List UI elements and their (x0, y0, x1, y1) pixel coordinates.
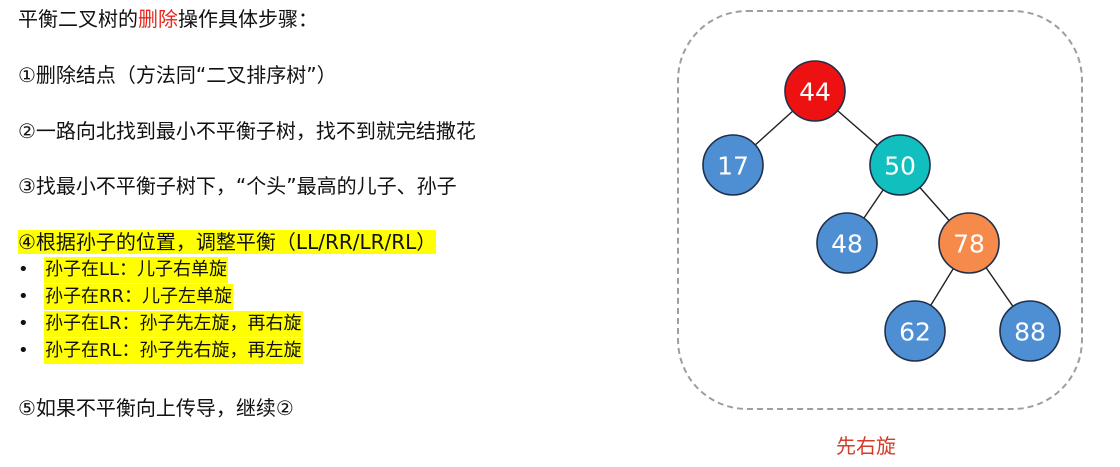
step-1: ①删除结点（方法同“二叉排序树”） (18, 63, 337, 87)
tree-edges (732, 90, 1031, 332)
tree-node-48: 48 (816, 212, 878, 274)
tree-nodes: 44 17 50 48 78 62 88 (702, 60, 1061, 362)
list-item: • 孙子在RR：儿子左单旋 (18, 283, 303, 310)
rule-rr: 孙子在RR：儿子左单旋 (44, 283, 234, 310)
rule-ll: 孙子在LL：儿子右单旋 (44, 256, 229, 283)
bullet-icon: • (18, 258, 29, 280)
node-label: 50 (884, 152, 916, 181)
step-5: ⑤如果不平衡向上传导，继续② (18, 396, 294, 420)
tree-node-17: 17 (702, 134, 764, 196)
heading-suffix: 操作具体步骤： (178, 7, 318, 31)
node-label: 44 (799, 78, 831, 107)
heading-prefix: 平衡二叉树的 (18, 7, 138, 31)
heading: 平衡二叉树的删除操作具体步骤： (18, 6, 318, 32)
rule-rl: 孙子在RL：孙子先右旋，再左旋 (44, 337, 303, 364)
tree-node-62: 62 (884, 300, 946, 362)
step-3: ③找最小不平衡子树下，“个头”最高的儿子、孙子 (18, 174, 457, 198)
tree-node-44: 44 (784, 60, 846, 122)
rotation-rules-list: • 孙子在LL：儿子右单旋 • 孙子在RR：儿子左单旋 • 孙子在LR：孙子先左… (18, 256, 303, 364)
rule-lr: 孙子在LR：孙子先左旋，再右旋 (44, 310, 303, 337)
step-4-text: ④根据孙子的位置，调整平衡（LL/RR/LR/RL） (18, 230, 437, 254)
tree-node-50: 50 (869, 134, 931, 196)
tree-node-78: 78 (938, 212, 1000, 274)
node-label: 78 (953, 230, 985, 259)
node-label: 48 (831, 230, 863, 259)
node-label: 17 (717, 152, 749, 181)
bullet-icon: • (18, 285, 29, 307)
list-item: • 孙子在LR：孙子先左旋，再右旋 (18, 310, 303, 337)
tree-node-88: 88 (999, 300, 1061, 362)
step-4: ④根据孙子的位置，调整平衡（LL/RR/LR/RL） (18, 229, 437, 255)
heading-highlight: 删除 (138, 7, 178, 31)
node-label: 62 (899, 318, 931, 347)
caption: 先右旋 (836, 434, 896, 458)
node-label: 88 (1014, 318, 1046, 347)
list-item: • 孙子在RL：孙子先右旋，再左旋 (18, 337, 303, 364)
step-2: ②一路向北找到最小不平衡子树，找不到就完结撒花 (18, 119, 476, 143)
avl-tree-diagram: 44 17 50 48 78 62 88 (702, 60, 1061, 362)
bullet-icon: • (18, 312, 29, 334)
bullet-icon: • (18, 339, 29, 361)
list-item: • 孙子在LL：儿子右单旋 (18, 256, 303, 283)
